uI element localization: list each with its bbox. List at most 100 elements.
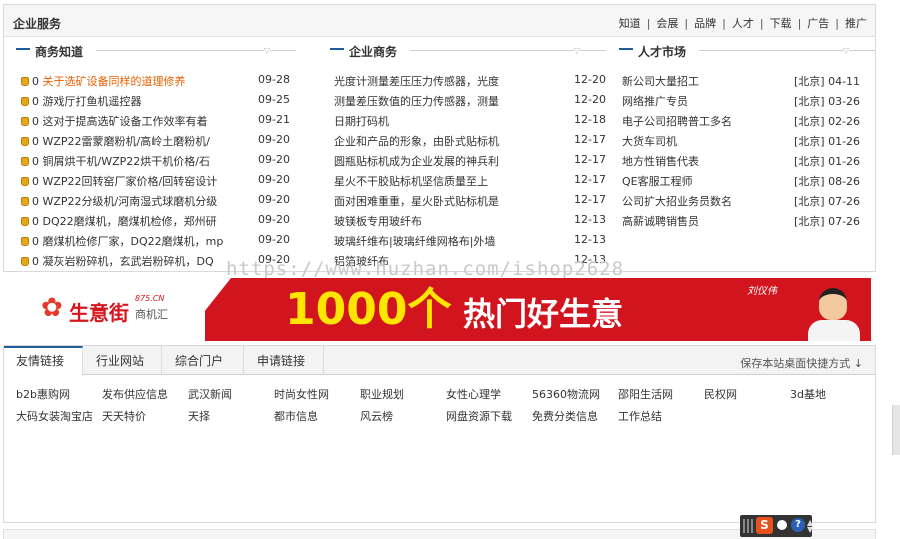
knowledge-item[interactable]: 0 WZP22雷蒙磨粉机/高岭土磨粉机/09-20 [14,131,298,151]
friend-link[interactable]: 风云榜 [360,408,393,424]
service-nav-link[interactable]: 下载 [770,17,792,30]
chevron-updown-icon[interactable]: ▲ ▼ [807,519,813,534]
service-nav-link[interactable]: 品牌 [694,17,716,30]
job-title[interactable]: 地方性销售代表 [622,153,782,169]
business-item-text[interactable]: 星火不干胶贴标机坚信质量至上 [334,173,512,189]
knowledge-item[interactable]: 0 这对于提高选矿设备工作效率有着 09-21 [14,111,298,131]
talent-item[interactable]: 公司扩大招业务员数名 [北京] 07-26 [617,191,877,211]
knowledge-item-text[interactable]: 0 关于选矿设备同样的道理修养 [21,73,223,89]
service-nav-link[interactable]: 人才 [732,17,754,30]
talent-item[interactable]: 高薪诚聘销售员 [北京] 07-26 [617,211,877,231]
business-item[interactable]: 企业和产品的形象，由卧式贴标机 12-17 [328,131,608,151]
job-title[interactable]: 大货车司机 [622,133,782,149]
talent-item[interactable]: 新公司大量招工 [北京] 04-11 [617,71,877,91]
tab-friend-links[interactable]: 友情链接 [4,346,83,376]
friend-link[interactable]: 大码女装淘宝店 [16,408,93,424]
business-item-text[interactable]: 测量差压数值的压力传感器，测量 [334,93,512,109]
service-nav-link[interactable]: 会展 [656,17,678,30]
tab-portals[interactable]: 综合门户 [163,346,244,375]
talent-item[interactable]: 地方性销售代表 [北京] 01-26 [617,151,877,171]
knowledge-item-text[interactable]: 0 凝灰岩粉碎机，玄武岩粉碎机，DQ [21,253,223,269]
business-item-text[interactable]: 企业和产品的形象，由卧式贴标机 [334,133,512,149]
knowledge-item-text[interactable]: 0 WZP22雷蒙磨粉机/高岭土磨粉机/ [21,133,223,149]
knowledge-item-text[interactable]: 0 游戏厅打鱼机遥控器 [21,93,223,109]
knowledge-item[interactable]: 0 WZP22分级机/河南湿式球磨机分级 09-20 [14,191,298,211]
business-item-text[interactable]: 面对困难重重，星火卧式贴标机是 [334,193,512,209]
business-item[interactable]: 圆瓶贴标机成为企业发展的神兵利 12-17 [328,151,608,171]
knowledge-item[interactable]: 0 WZP22回转窑厂家价格/回转窑设计 09-20 [14,171,298,191]
business-item[interactable]: 测量差压数值的压力传感器，测量 12-20 [328,91,608,111]
knowledge-item-text[interactable]: 0 磨煤机检修厂家，DQ22磨煤机，mp [21,233,223,249]
talent-item[interactable]: QE客服工程师 [北京] 08-26 [617,171,877,191]
knowledge-item[interactable]: 0 磨煤机检修厂家，DQ22磨煤机，mp 09-20 [14,231,298,251]
job-title[interactable]: 网络推广专员 [622,93,782,109]
sogou-s-icon[interactable]: S [756,517,773,534]
job-title[interactable]: 新公司大量招工 [622,73,782,89]
friend-link[interactable]: 都市信息 [274,408,318,424]
service-nav-link[interactable]: 知道 [619,17,641,30]
friend-link[interactable]: 3d基地 [790,386,826,402]
friend-link[interactable]: 女性心理学 [446,386,501,402]
tab-apply-link[interactable]: 申请链接 [245,346,324,375]
service-nav-link[interactable]: 推广 [845,17,867,30]
help-icon[interactable]: ? [791,518,805,532]
friend-link[interactable]: 免费分类信息 [532,408,598,424]
knowledge-item-text[interactable]: 0 WZP22分级机/河南湿式球磨机分级 [21,193,223,209]
business-item-text[interactable]: 光度计测量差压压力传感器，光度 [334,73,512,89]
job-title[interactable]: 电子公司招聘普工多名 [622,113,782,129]
friend-link[interactable]: 武汉新闻 [188,386,232,402]
knowledge-item[interactable]: 0 DQ22磨煤机，磨煤机检修，郑州研 09-20 [14,211,298,231]
question-title[interactable]: 关于选矿设备同样的道理修养 [43,75,186,88]
business-item[interactable]: 光度计测量差压压力传感器，光度 12-20 [328,71,608,91]
question-title[interactable]: WZP22雷蒙磨粉机/高岭土磨粉机/ [43,135,210,148]
save-shortcut-link[interactable]: 保存本站桌面快捷方式 ↓ [740,355,863,371]
drag-handle-icon[interactable] [743,519,753,533]
question-title[interactable]: DQ22磨煤机，磨煤机检修，郑州研 [43,215,217,228]
friend-link[interactable]: 天天特价 [102,408,146,424]
job-title[interactable]: QE客服工程师 [622,173,782,189]
friend-link[interactable]: 56360物流网 [532,386,600,402]
friend-link[interactable]: b2b惠购网 [16,386,70,402]
job-title[interactable]: 公司扩大招业务员数名 [622,193,782,209]
friend-link[interactable]: 时尚女性网 [274,386,329,402]
business-item-text[interactable]: 日期打码机 [334,113,512,129]
business-item[interactable]: 玻镁板专用玻纤布 12-13 [328,211,608,231]
job-title[interactable]: 高薪诚聘销售员 [622,213,782,229]
business-item[interactable]: 星火不干胶贴标机坚信质量至上 12-17 [328,171,608,191]
question-title[interactable]: WZP22分级机/河南湿式球磨机分级 [43,195,218,208]
talent-item[interactable]: 大货车司机 [北京] 01-26 [617,131,877,151]
question-title[interactable]: 铜屑烘干机/WZP22烘干机价格/石 [43,155,210,168]
business-item-text[interactable]: 圆瓶贴标机成为企业发展的神兵利 [334,153,512,169]
talent-item[interactable]: 电子公司招聘普工多名 [北京] 02-26 [617,111,877,131]
question-title[interactable]: WZP22回转窑厂家价格/回转窑设计 [43,175,218,188]
friend-link[interactable]: 网盘资源下载 [446,408,512,424]
knowledge-item-text[interactable]: 0 铜屑烘干机/WZP22烘干机价格/石 [21,153,223,169]
knowledge-item-text[interactable]: 0 WZP22回转窑厂家价格/回转窑设计 [21,173,223,189]
knowledge-item[interactable]: 0 关于选矿设备同样的道理修养 09-28 [14,71,298,91]
knowledge-item[interactable]: 0 铜屑烘干机/WZP22烘干机价格/石 09-20 [14,151,298,171]
friend-link[interactable]: 民权网 [704,386,737,402]
knowledge-item-text[interactable]: 0 DQ22磨煤机，磨煤机检修，郑州研 [21,213,223,229]
knowledge-item-text[interactable]: 0 这对于提高选矿设备工作效率有着 [21,113,223,129]
business-item-text[interactable]: 玻镁板专用玻纤布 [334,213,512,229]
punctuation-dot-icon[interactable] [777,520,787,530]
knowledge-item[interactable]: 0 游戏厅打鱼机遥控器 09-25 [14,91,298,111]
side-float-tab[interactable] [892,405,900,455]
business-item[interactable]: 面对困难重重，星火卧式贴标机是 12-17 [328,191,608,211]
service-nav-link[interactable]: 广告 [807,17,829,30]
tab-industry-sites[interactable]: 行业网站 [84,346,162,375]
question-title[interactable]: 这对于提高选矿设备工作效率有着 [43,115,208,128]
question-title[interactable]: 凝灰岩粉碎机，玄武岩粉碎机，DQ [43,255,214,268]
banner-ad[interactable]: ✿ 生意街 875.CN 商机汇 1000个 热门好生意 刘仪伟 [5,278,871,341]
friend-link[interactable]: 邵阳生活网 [618,386,673,402]
friend-link[interactable]: 发布供应信息 [102,386,168,402]
friend-link[interactable]: 工作总结 [618,408,662,424]
friend-link[interactable]: 职业规划 [360,386,404,402]
business-item-text[interactable]: 玻璃纤维布|玻璃纤维网格布|外墙 [334,233,512,249]
business-item[interactable]: 日期打码机 12-18 [328,111,608,131]
friend-link[interactable]: 天择 [188,408,210,424]
question-title[interactable]: 游戏厅打鱼机遥控器 [43,95,142,108]
talent-item[interactable]: 网络推广专员 [北京] 03-26 [617,91,877,111]
business-item[interactable]: 玻璃纤维布|玻璃纤维网格布|外墙 12-13 [328,231,608,251]
question-title[interactable]: 磨煤机检修厂家，DQ22磨煤机，mp [43,235,224,248]
